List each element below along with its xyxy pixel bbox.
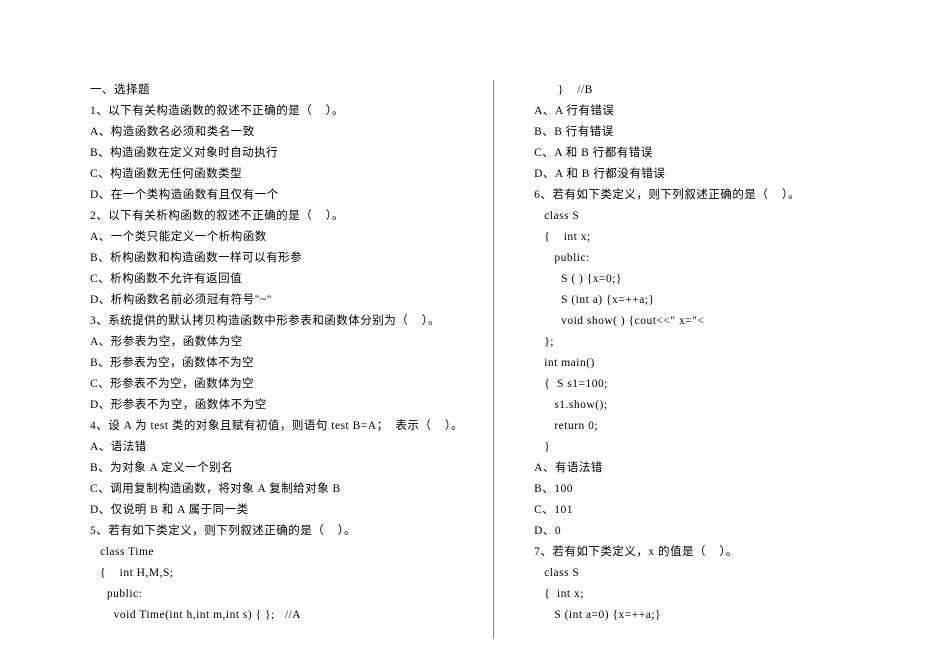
text-line: 7、若有如下类定义，x 的值是（ ）。 xyxy=(534,542,865,563)
text-line: A、语法错 xyxy=(90,437,463,458)
text-line: 1、以下有关构造函数的叙述不正确的是（ ）。 xyxy=(90,101,463,122)
text-line: class S xyxy=(534,563,865,584)
text-line: public: xyxy=(90,584,463,605)
text-line: C、调用复制构造函数，将对象 A 复制给对象 B xyxy=(90,479,463,500)
text-line: C、构造函数无任何函数类型 xyxy=(90,164,463,185)
text-line: { S s1=100; xyxy=(534,374,865,395)
document-page: 一、选择题 1、以下有关构造函数的叙述不正确的是（ ）。 A、构造函数名必须和类… xyxy=(0,0,945,669)
text-line: D、A 和 B 行都没有错误 xyxy=(534,164,865,185)
text-line: class S xyxy=(534,206,865,227)
text-line: 一、选择题 xyxy=(90,80,463,101)
text-line: }; xyxy=(534,332,865,353)
text-line: S (int a=0) {x=++a;} xyxy=(534,605,865,626)
text-line: int main() xyxy=(534,353,865,374)
text-line: A、一个类只能定义一个析构函数 xyxy=(90,227,463,248)
text-line: { int H,M,S; xyxy=(90,563,463,584)
text-line: A、有语法错 xyxy=(534,458,865,479)
text-line: void show( ) {cout<<" x="< xyxy=(534,311,865,332)
text-line: return 0; xyxy=(534,416,865,437)
text-line: S (int a) {x=++a;} xyxy=(534,290,865,311)
text-line: 5、若有如下类定义，则下列叙述正确的是（ ）。 xyxy=(90,521,463,542)
text-line: D、形参表不为空，函数体不为空 xyxy=(90,395,463,416)
text-line: B、形参表为空，函数体不为空 xyxy=(90,353,463,374)
text-line: C、析构函数不允许有返回值 xyxy=(90,269,463,290)
text-line: } xyxy=(534,437,865,458)
text-line: B、100 xyxy=(534,479,865,500)
right-column: } //B A、A 行有错误 B、B 行有错误 C、A 和 B 行都有错误 D、… xyxy=(494,80,945,639)
text-line: B、为对象 A 定义一个别名 xyxy=(90,458,463,479)
text-line: D、仅说明 B 和 A 属于同一类 xyxy=(90,500,463,521)
text-line: { int x; xyxy=(534,227,865,248)
text-line: B、B 行有错误 xyxy=(534,122,865,143)
text-line: A、A 行有错误 xyxy=(534,101,865,122)
text-line: } //B xyxy=(534,80,865,101)
text-line: D、析构函数名前必须冠有符号"~" xyxy=(90,290,463,311)
text-line: void Time(int h,int m,int s) { }; //A xyxy=(90,605,463,626)
text-line: D、在一个类构造函数有且仅有一个 xyxy=(90,185,463,206)
text-line: A、构造函数名必须和类名一致 xyxy=(90,122,463,143)
text-line: B、析构函数和构造函数一样可以有形参 xyxy=(90,248,463,269)
left-column: 一、选择题 1、以下有关构造函数的叙述不正确的是（ ）。 A、构造函数名必须和类… xyxy=(0,80,494,639)
text-line: S ( ) {x=0;} xyxy=(534,269,865,290)
text-line: A、形参表为空，函数体为空 xyxy=(90,332,463,353)
text-line: 6、若有如下类定义，则下列叙述正确的是（ ）。 xyxy=(534,185,865,206)
text-line: 2、以下有关析构函数的叙述不正确的是（ ）。 xyxy=(90,206,463,227)
text-line: s1.show(); xyxy=(534,395,865,416)
text-line: C、形参表不为空，函数体为空 xyxy=(90,374,463,395)
text-line: class Time xyxy=(90,542,463,563)
text-line: 3、系统提供的默认拷贝构造函数中形参表和函数体分别为（ ）。 xyxy=(90,311,463,332)
text-line: C、A 和 B 行都有错误 xyxy=(534,143,865,164)
text-line: { int x; xyxy=(534,584,865,605)
text-line: C、101 xyxy=(534,500,865,521)
text-line: 4、设 A 为 test 类的对象且赋有初值，则语句 test B=A； 表示（… xyxy=(90,416,463,437)
text-line: public: xyxy=(534,248,865,269)
text-line: B、构造函数在定义对象时自动执行 xyxy=(90,143,463,164)
text-line: D、0 xyxy=(534,521,865,542)
